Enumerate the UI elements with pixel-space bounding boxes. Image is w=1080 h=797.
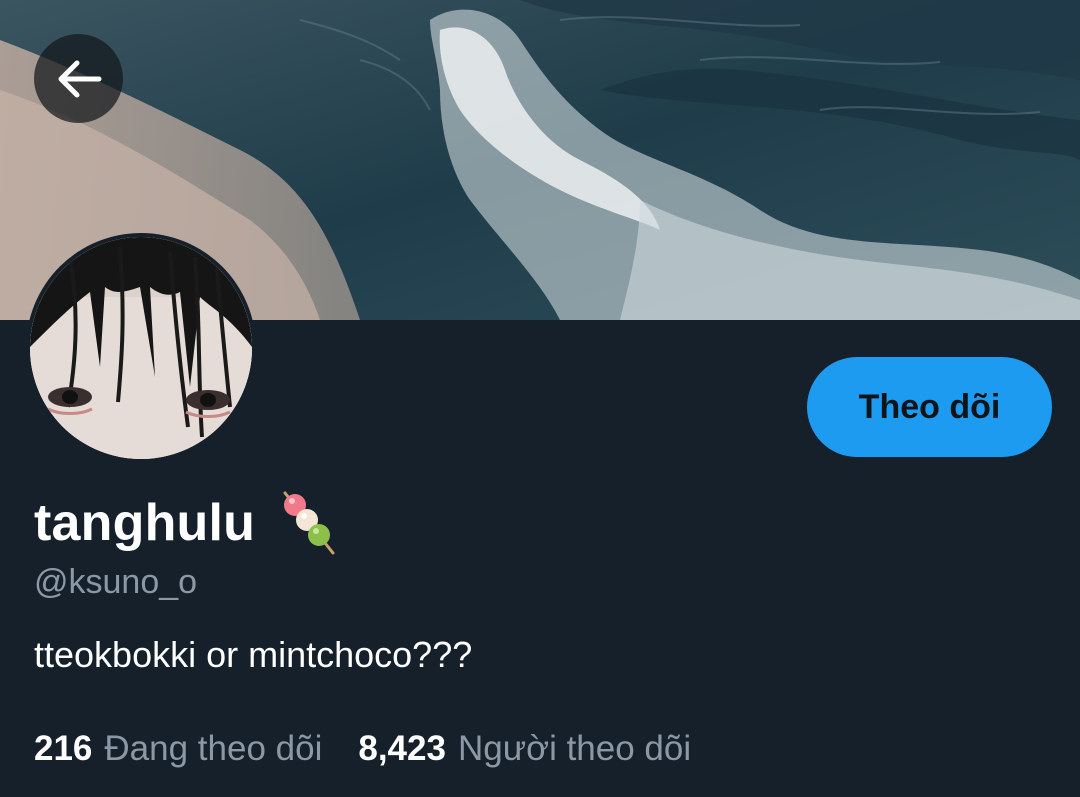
avatar: [30, 237, 252, 459]
dango-icon: [277, 489, 339, 557]
avatar-image: [30, 237, 252, 459]
followers-stat[interactable]: 8,423 Người theo dõi: [358, 729, 691, 769]
arrow-left-icon: [58, 60, 101, 97]
user-handle: @ksuno_o: [34, 563, 198, 601]
followers-label: Người theo dõi: [457, 729, 692, 768]
followers-count: 8,423: [358, 729, 446, 768]
profile-stats: 216 Đang theo dõi 8,423 Người theo dõi: [34, 729, 691, 769]
profile-page: Theo dõi tanghulu @ksuno_o tteokbokki or…: [0, 0, 1080, 797]
back-button[interactable]: [34, 34, 123, 123]
profile-bio: tteokbokki or mintchoco???: [34, 634, 473, 675]
following-label: Đang theo dõi: [104, 729, 323, 768]
profile-name-row: tanghulu: [34, 488, 339, 558]
following-count: 216: [34, 729, 93, 768]
display-name: tanghulu: [34, 494, 256, 552]
follow-button[interactable]: Theo dõi: [807, 357, 1052, 457]
avatar-frame[interactable]: [26, 233, 256, 463]
following-stat[interactable]: 216 Đang theo dõi: [34, 729, 322, 769]
